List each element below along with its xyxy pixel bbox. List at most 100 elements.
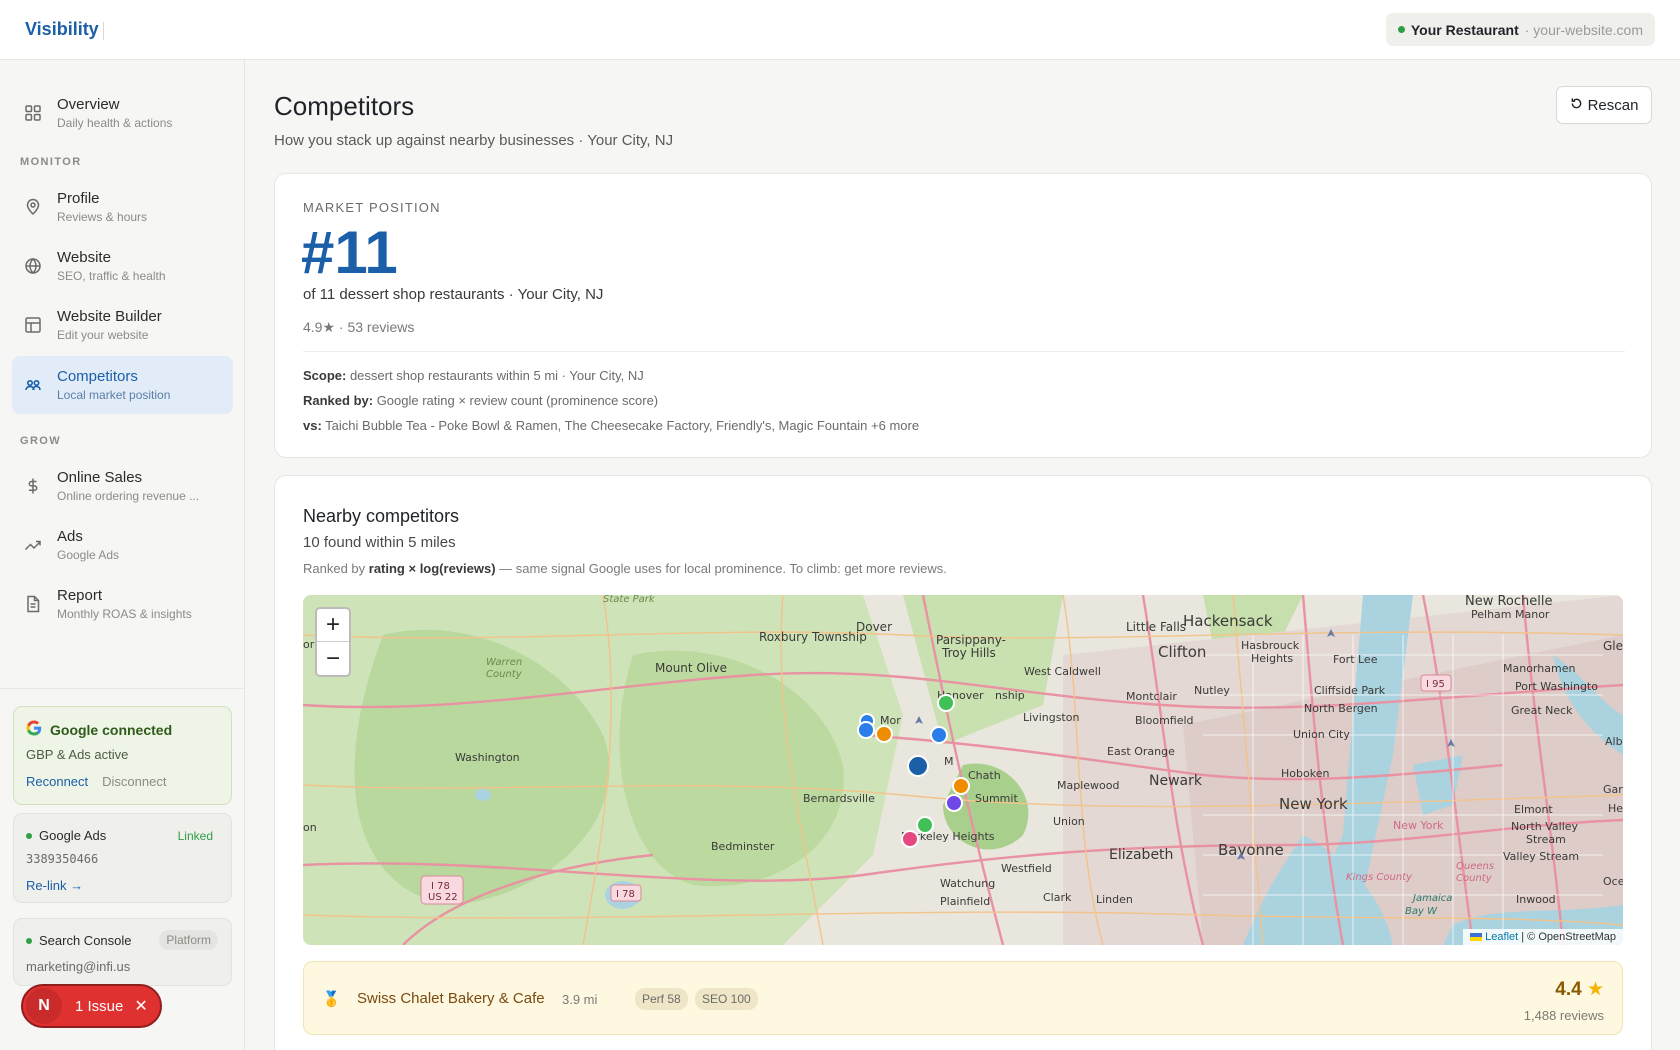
map-label: I 78 [431, 881, 450, 892]
sidebar-item-ads[interactable]: Ads Google Ads [12, 516, 233, 574]
issue-indicator[interactable]: N 1 Issue ✕ [21, 984, 162, 1028]
ranked-by-value: Google rating × review count (prominence… [373, 393, 659, 408]
map-marker [952, 777, 970, 795]
note-prefix: Ranked by [303, 561, 369, 576]
divider [303, 351, 1625, 352]
page-title: Competitors [274, 91, 415, 121]
map-label: nship [995, 689, 1025, 702]
map-label: Clifton [1158, 643, 1206, 661]
sidebar-item-online-sales[interactable]: Online Sales Online ordering revenue ... [12, 457, 233, 515]
section-label-monitor: MONITOR [20, 156, 82, 168]
restaurant-website: · your-website.com [1524, 21, 1643, 38]
status-dot [26, 937, 32, 944]
sidebar: Overview Daily health & actions MONITOR … [0, 60, 245, 1050]
map-label: West Caldwell [1024, 665, 1101, 678]
dollar-icon [22, 475, 44, 497]
page-subtitle: How you stack up against nearby business… [274, 132, 674, 149]
competitor-rating: 4.4 ★ [1555, 978, 1604, 1001]
map-label: Plainfield [940, 895, 990, 908]
map-label: Clark [1043, 891, 1072, 904]
map-label: He [1608, 802, 1623, 815]
sidebar-item-title: Online Sales [57, 469, 143, 486]
map-label: Bloomfield [1135, 714, 1194, 727]
disconnect-link[interactable]: Disconnect [102, 774, 166, 789]
google-connected-status: GBP & Ads active [26, 747, 129, 762]
competitor-name[interactable]: Swiss Chalet Bakery & Cafe [357, 990, 545, 1007]
map-label: Washington [455, 751, 520, 764]
restaurant-switcher[interactable]: Your Restaurant · your-website.com [1385, 13, 1655, 46]
scope-value: dessert shop restaurants within 5 mi · Y… [346, 368, 644, 383]
note-formula: rating × log(reviews) [368, 561, 496, 576]
competitor-distance: 3.9 mi [562, 992, 598, 1007]
map-label: Elmont [1514, 803, 1553, 816]
users-icon [22, 374, 44, 396]
sidebar-item-website-builder[interactable]: Website Builder Edit your website [12, 296, 233, 354]
nearby-competitors-panel: Nearby competitors 10 found within 5 mil… [274, 475, 1652, 1050]
map-label: Watchung [940, 877, 995, 890]
osm-attribution[interactable]: | © OpenStreetMap [1518, 931, 1616, 943]
scope-line: Scope: dessert shop restaurants within 5… [303, 368, 644, 383]
sidebar-item-title: Ads [57, 528, 83, 545]
google-connected-title: Google connected [50, 721, 173, 738]
sidebar-item-subtitle: Daily health & actions [57, 116, 173, 130]
sidebar-item-report[interactable]: Report Monthly ROAS & insights [12, 575, 233, 633]
map-label: M [944, 755, 954, 768]
map-label: Albe [1605, 735, 1623, 748]
reconnect-link[interactable]: Reconnect [26, 774, 88, 789]
map-label: Bay W [1405, 906, 1438, 917]
versus-line: vs: Taichi Bubble Tea - Poke Bowl & Rame… [303, 418, 919, 433]
zoom-out-button[interactable]: − [317, 642, 349, 675]
map-label: Hackensack [1183, 612, 1273, 630]
brand-divider [103, 22, 104, 40]
map-marker [930, 726, 948, 744]
brand-logo[interactable]: Visibility [25, 19, 99, 40]
sidebar-item-overview[interactable]: Overview Daily health & actions [12, 84, 233, 142]
map-pin-icon [22, 196, 44, 218]
restaurant-name: Your Restaurant [1410, 21, 1519, 38]
sidebar-item-subtitle: Edit your website [57, 328, 149, 342]
zoom-in-button[interactable]: + [317, 609, 349, 642]
competitor-map[interactable]: Dover Roxbury Township Mount Olive Parsi… [303, 595, 1623, 945]
sidebar-item-title: Profile [57, 190, 100, 207]
map-label: New York [1393, 819, 1444, 832]
map-label: State Park [603, 595, 656, 605]
issue-label: 1 Issue [75, 997, 124, 1015]
competitor-review-count: 1,488 reviews [1523, 1008, 1604, 1023]
sidebar-item-profile[interactable]: Profile Reviews & hours [12, 178, 233, 236]
search-console-card: Search Console Platform marketing@infi.u… [13, 918, 232, 986]
google-ads-title: Google Ads [39, 828, 107, 843]
sidebar-item-subtitle: Google Ads [57, 548, 120, 562]
map-label: Little Falls [1126, 620, 1186, 634]
sidebar-item-subtitle: Online ordering revenue ... [57, 489, 200, 503]
close-icon[interactable]: ✕ [134, 996, 147, 1016]
map-label: Jamaica [1411, 893, 1452, 904]
competitor-row[interactable]: 🥇 Swiss Chalet Bakery & Cafe 3.9 mi Perf… [303, 961, 1623, 1035]
map-attribution: Leaflet | © OpenStreetMap [1463, 929, 1623, 945]
map-marker [857, 721, 875, 739]
leaflet-link[interactable]: Leaflet [1485, 931, 1518, 943]
gold-medal-icon: 🥇 [322, 991, 341, 1008]
map-label: East Orange [1107, 745, 1175, 758]
sidebar-divider [0, 688, 245, 689]
map-tiles: Dover Roxbury Township Mount Olive Parsi… [303, 595, 1623, 945]
versus-label: vs: [303, 418, 322, 433]
map-label: Kings County [1346, 872, 1413, 883]
rescan-button[interactable]: Rescan [1556, 86, 1652, 124]
market-rank-context: of 11 dessert shop restaurants · Your Ci… [303, 286, 604, 303]
map-label: Warren [486, 657, 522, 668]
your-rating: 4.9★ · 53 reviews [303, 319, 415, 335]
map-label: Stream [1526, 833, 1566, 846]
sidebar-item-website[interactable]: Website SEO, traffic & health [12, 237, 233, 295]
google-icon [26, 720, 42, 739]
map-label: Maplewood [1057, 779, 1119, 792]
seo-badge: SEO 100 [695, 988, 758, 1010]
map-label: Queens [1456, 861, 1494, 872]
map-label: County [1456, 873, 1493, 884]
map-marker-your-restaurant [907, 755, 929, 777]
map-label: Union [1053, 815, 1085, 828]
map-label: County [486, 669, 523, 680]
map-label: I 78 [616, 889, 635, 900]
sidebar-item-competitors[interactable]: Competitors Local market position [12, 356, 233, 414]
relink-link[interactable]: Re-link → [26, 878, 83, 893]
map-label: Manorhamen [1503, 662, 1575, 675]
